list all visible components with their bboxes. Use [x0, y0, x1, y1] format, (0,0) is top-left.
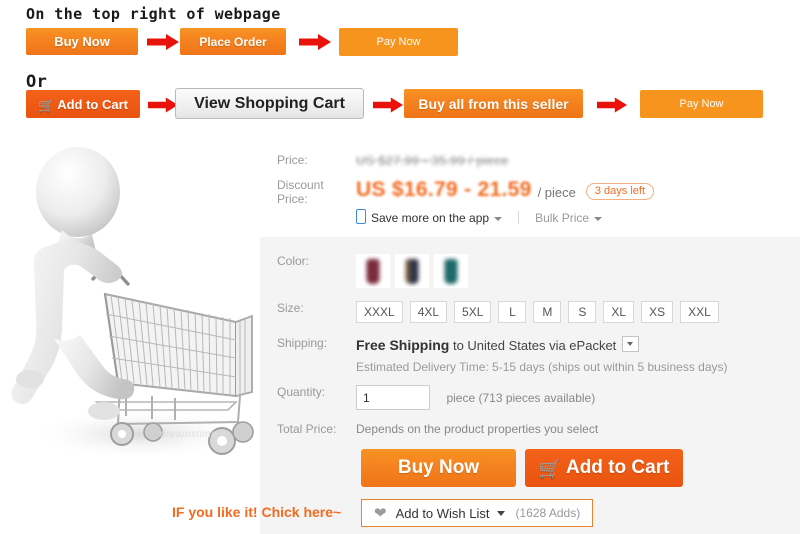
color-swatch-list	[356, 254, 468, 288]
quantity-availability-note: piece (713 pieces available)	[446, 390, 596, 405]
right-arrow-icon	[147, 34, 179, 55]
price-block: Price: US $27.99 - 35.99 / piece Discoun…	[260, 146, 800, 237]
color-swatch-navy-thumb	[405, 259, 419, 284]
color-swatch-maroon-thumb	[366, 259, 380, 284]
app-promo-group: Save more on the app Bulk Price	[356, 209, 603, 227]
total-price-row: Total Price: Depends on the product prop…	[260, 422, 800, 442]
color-label: Color:	[277, 254, 310, 268]
price-row: Price: US $27.99 - 35.99 / piece	[260, 153, 800, 173]
flow-view-shopping-cart-button[interactable]: View Shopping Cart	[175, 88, 364, 119]
color-row: Color:	[260, 254, 800, 292]
heart-icon: ❤	[374, 504, 387, 522]
shipping-method: Free Shipping to United States via ePack…	[356, 336, 640, 353]
size-option[interactable]: XL	[603, 301, 635, 323]
right-arrow-icon	[373, 97, 403, 118]
right-arrow-icon	[148, 97, 178, 118]
total-price-label: Total Price:	[277, 422, 337, 436]
add-to-wish-list-label: Add to Wish List	[395, 505, 490, 521]
quantity-value-group: piece (713 pieces available)	[356, 385, 595, 410]
chevron-down-icon	[496, 510, 505, 516]
discount-price-value-group: US $16.79 - 21.59 / piece 3 days left	[356, 178, 655, 202]
bulk-price-link[interactable]: Bulk Price	[535, 211, 603, 225]
shipping-row: Shipping: Free Shipping to United States…	[260, 336, 800, 378]
wishlist-count: (1628 Adds)	[515, 506, 581, 520]
discount-price-value: US $16.79 - 21.59	[356, 178, 532, 201]
shipping-value-group: Free Shipping to United States via ePack…	[356, 336, 728, 374]
discount-price-row: Discount Price: US $16.79 - 21.59 / piece…	[260, 178, 800, 212]
color-swatch-teal-thumb	[444, 259, 458, 284]
flow-heading-top-right: On the top right of webpage	[26, 5, 281, 23]
size-option[interactable]: S	[568, 301, 597, 323]
size-label: Size:	[277, 301, 304, 315]
product-detail-area: dreamstime Price: US $27.99 - 35.99 / pi…	[0, 134, 800, 534]
quantity-label: Quantity:	[277, 385, 326, 399]
flow-add-to-cart-button[interactable]: 🛒 Add to Cart	[26, 90, 140, 118]
shipping-eta-text: Estimated Delivery Time: 5-15 days (ship…	[356, 360, 728, 374]
quantity-row: Quantity: piece (713 pieces available)	[260, 385, 800, 411]
price-unit: / piece	[537, 184, 576, 200]
shipping-destination-text: to United States via ePacket	[452, 338, 617, 353]
size-option[interactable]: M	[533, 301, 562, 323]
mobile-phone-icon	[356, 209, 366, 224]
flow-buy-all-from-seller-button[interactable]: Buy all from this seller	[404, 89, 583, 118]
shopper-with-cart-illustration	[0, 134, 260, 534]
price-label: Price:	[277, 153, 308, 167]
size-option[interactable]: 4XL	[409, 301, 448, 323]
total-price-note: Depends on the product properties you se…	[356, 422, 599, 436]
size-option-list: XXXL 4XL 5XL L M S XL XS XXL	[356, 301, 719, 323]
divider	[518, 211, 520, 224]
product-options-panel: Color: Size: XXXL 4XL 5XL L M S XL XS XX…	[172, 237, 800, 534]
buy-now-button[interactable]: Buy Now	[361, 449, 516, 487]
shipping-select-dropdown[interactable]	[622, 336, 640, 352]
action-buttons-row: Buy Now 🛒 Add to Cart	[260, 449, 800, 489]
chevron-down-icon	[594, 216, 603, 221]
flow-row-add-to-cart: 🛒 Add to Cart View Shopping Cart Buy all …	[0, 88, 800, 124]
free-shipping-text: Free Shipping	[356, 337, 450, 353]
bulk-price-label: Bulk Price	[535, 211, 590, 225]
flow-pay-now-button-1[interactable]: Pay Now	[339, 28, 458, 56]
shopping-cart-icon: 🛒	[38, 97, 55, 113]
purchase-flow-diagram: On the top right of webpage Buy Now Plac…	[0, 0, 800, 134]
save-on-app-label: Save more on the app	[371, 211, 490, 225]
quantity-input[interactable]	[356, 385, 430, 410]
app-promo-row: Save more on the app Bulk Price	[260, 209, 800, 231]
wishlist-row: IF you like it! Chick here~ ❤ Add to Wis…	[172, 499, 800, 529]
add-to-cart-button[interactable]: 🛒 Add to Cart	[525, 449, 683, 487]
color-swatch-teal[interactable]	[434, 254, 468, 288]
right-arrow-icon	[597, 97, 627, 118]
shipping-label: Shipping:	[277, 336, 328, 350]
size-row: Size: XXXL 4XL 5XL L M S XL XS XXL	[260, 301, 800, 325]
flow-heading-or: Or	[26, 72, 48, 92]
shopping-cart-icon: 🛒	[538, 459, 561, 479]
flow-add-to-cart-label: Add to Cart	[57, 96, 128, 112]
color-swatch-maroon[interactable]	[356, 254, 390, 288]
product-image[interactable]: dreamstime	[0, 134, 260, 534]
size-option[interactable]: XXXL	[356, 301, 403, 323]
size-option[interactable]: 5XL	[454, 301, 492, 323]
discount-price-label: Discount Price:	[277, 178, 324, 206]
original-price-value: US $27.99 - 35.99 / piece	[356, 153, 509, 168]
add-to-cart-label: Add to Cart	[565, 457, 670, 478]
image-watermark: dreamstime	[160, 429, 218, 440]
flow-buy-now-button[interactable]: Buy Now	[26, 28, 138, 55]
color-swatch-navy[interactable]	[395, 254, 429, 288]
flow-pay-now-button-2[interactable]: Pay Now	[640, 90, 763, 118]
right-arrow-icon	[299, 34, 331, 55]
size-option[interactable]: XXL	[680, 301, 719, 323]
flow-place-order-button[interactable]: Place Order	[180, 28, 286, 55]
add-to-wish-list-button[interactable]: ❤ Add to Wish List (1628 Adds)	[361, 499, 594, 527]
chevron-down-icon	[494, 216, 503, 221]
flow-row-buy-now: Buy Now Place Order Pay Now	[0, 28, 800, 62]
size-option[interactable]: XS	[641, 301, 674, 323]
wishlist-hint-text: IF you like it! Chick here~	[172, 504, 342, 520]
days-left-badge: 3 days left	[585, 182, 655, 200]
save-on-app-link[interactable]: Save more on the app	[356, 209, 503, 225]
size-option[interactable]: L	[498, 301, 527, 323]
